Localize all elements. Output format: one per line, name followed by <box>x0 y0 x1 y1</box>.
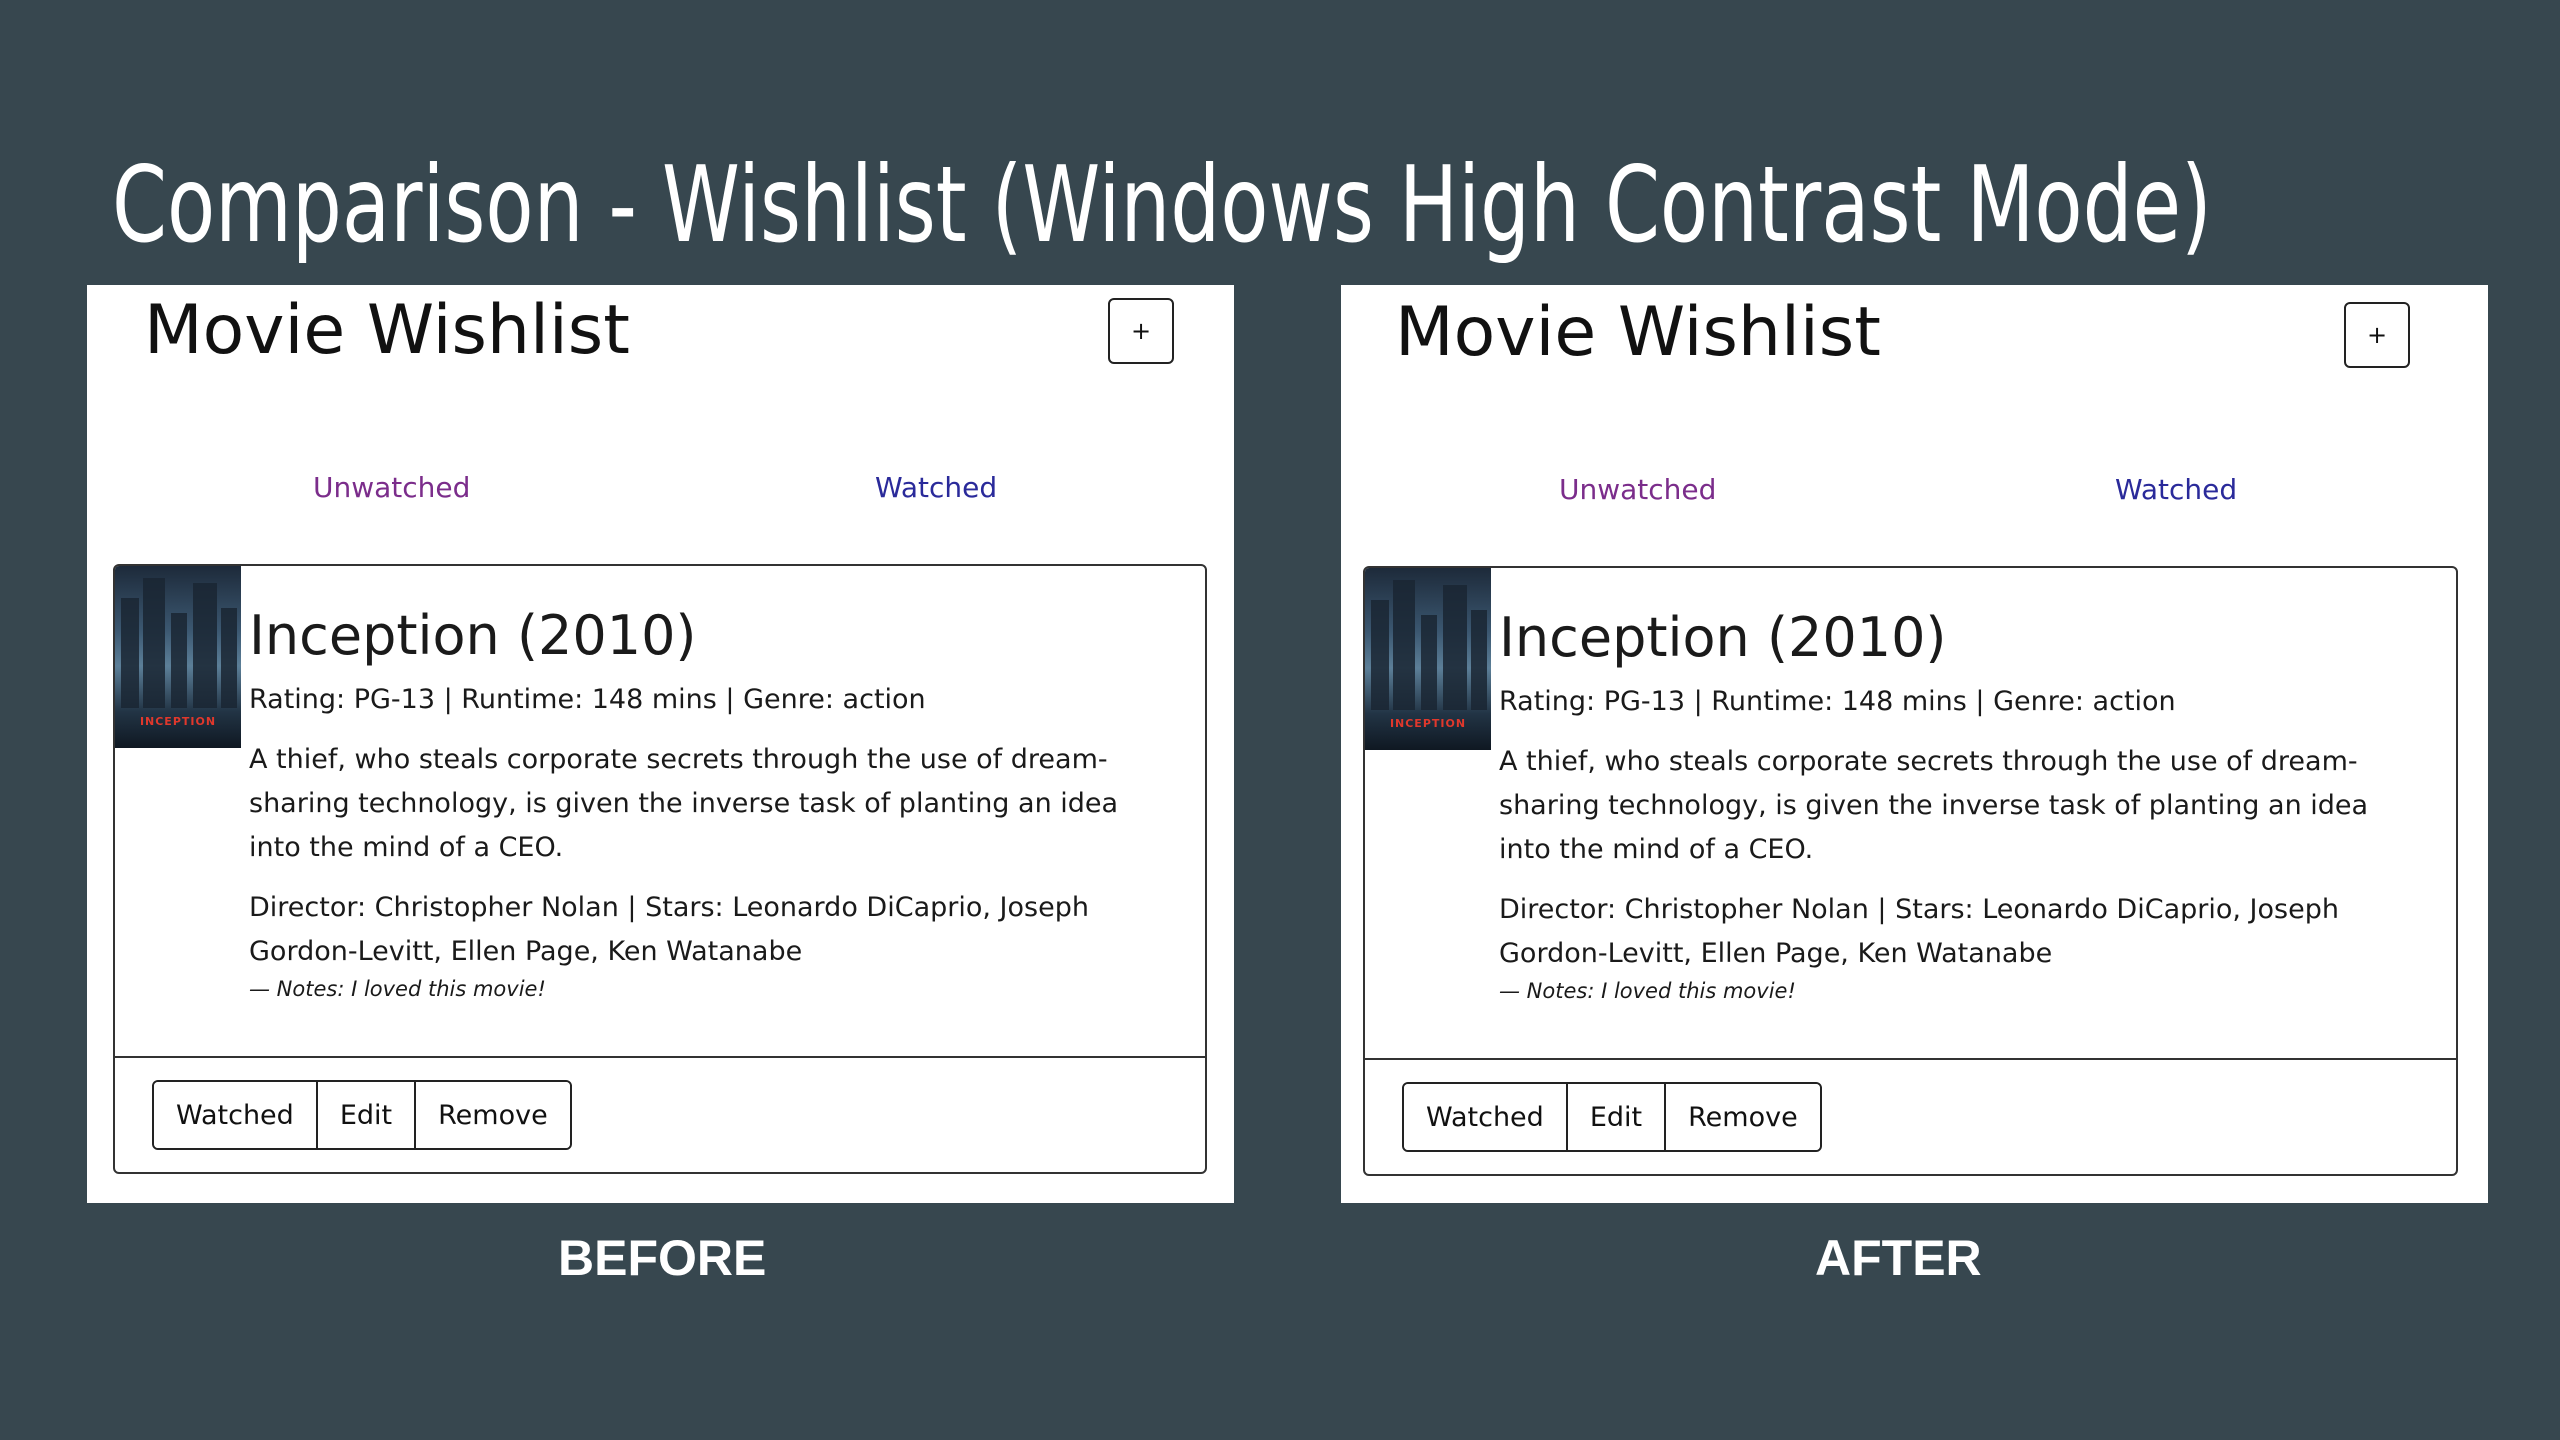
movie-credits: Director: Christopher Nolan | Stars: Leo… <box>249 892 1089 967</box>
movie-title: Inception (2010) <box>1499 606 1947 669</box>
action-button-group: Watched Edit Remove <box>152 1080 572 1150</box>
movie-title: Inception (2010) <box>249 604 697 667</box>
edit-button[interactable]: Edit <box>1565 1084 1665 1150</box>
movie-poster: INCEPTION <box>1365 568 1491 750</box>
tab-unwatched[interactable]: Unwatched <box>1559 472 1716 508</box>
movie-card: INCEPTION Inception (2010) Rating: PG-13… <box>1363 566 2458 1176</box>
mark-watched-button[interactable]: Watched <box>1404 1084 1566 1150</box>
remove-button[interactable]: Remove <box>414 1082 570 1148</box>
after-caption: AFTER <box>1815 1230 1982 1286</box>
mark-watched-button[interactable]: Watched <box>154 1082 316 1148</box>
card-footer: Watched Edit Remove <box>115 1056 1205 1172</box>
tab-watched[interactable]: Watched <box>875 470 997 506</box>
app-heading: Movie Wishlist <box>1395 293 1881 372</box>
movie-description: A thief, who steals corporate secrets th… <box>249 744 1119 863</box>
tab-unwatched[interactable]: Unwatched <box>313 470 470 506</box>
add-movie-button[interactable]: + <box>1108 298 1174 364</box>
movie-credits: Director: Christopher Nolan | Stars: Leo… <box>1499 894 2339 969</box>
before-screenshot: Movie Wishlist + Unwatched Watched INCEP… <box>87 285 1234 1203</box>
movie-poster: INCEPTION <box>115 566 241 748</box>
poster-title-text: INCEPTION <box>139 715 217 728</box>
movie-card: INCEPTION Inception (2010) Rating: PG-13… <box>113 564 1207 1174</box>
slide-title: Comparison - Wishlist (Windows High Cont… <box>112 144 2212 266</box>
movie-meta: Rating: PG-13 | Runtime: 148 mins | Genr… <box>249 684 926 715</box>
app-heading: Movie Wishlist <box>144 291 630 370</box>
action-button-group: Watched Edit Remove <box>1402 1082 1822 1152</box>
after-screenshot: Movie Wishlist + Unwatched Watched INCEP… <box>1341 285 2488 1203</box>
edit-button[interactable]: Edit <box>315 1082 415 1148</box>
movie-notes: — Notes: I loved this movie! <box>249 977 546 1001</box>
movie-notes: — Notes: I loved this movie! <box>1499 979 1796 1003</box>
before-caption: BEFORE <box>558 1230 767 1286</box>
card-footer: Watched Edit Remove <box>1365 1058 2456 1174</box>
poster-title-text: INCEPTION <box>1389 717 1467 730</box>
add-movie-button[interactable]: + <box>2344 302 2410 368</box>
movie-details: Inception (2010) Rating: PG-13 | Runtime… <box>249 604 1169 1004</box>
remove-button[interactable]: Remove <box>1664 1084 1820 1150</box>
movie-details: Inception (2010) Rating: PG-13 | Runtime… <box>1499 606 2419 1006</box>
tab-watched[interactable]: Watched <box>2115 472 2237 508</box>
movie-description: A thief, who steals corporate secrets th… <box>1499 746 2369 865</box>
movie-meta: Rating: PG-13 | Runtime: 148 mins | Genr… <box>1499 686 2176 717</box>
